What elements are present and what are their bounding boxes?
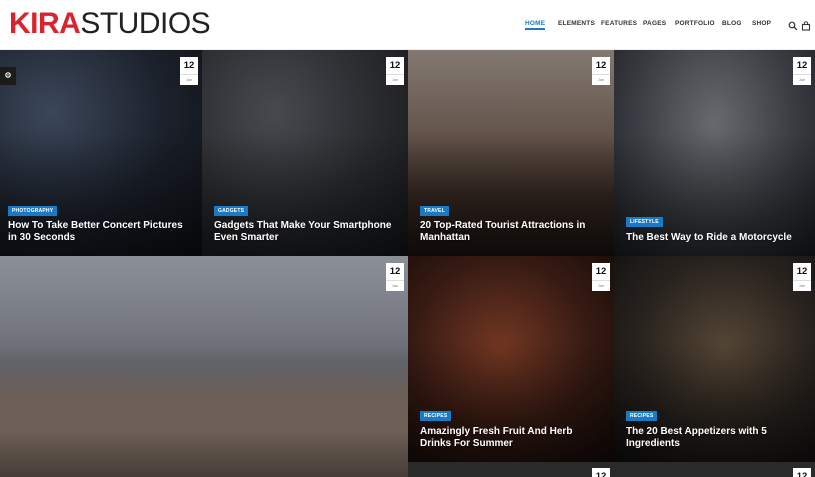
date-day: 12 — [796, 266, 808, 277]
post-title[interactable]: Gadgets That Make Your Smartphone Even S… — [214, 220, 400, 244]
post-title[interactable]: Amazingly Fresh Fruit And Herb Drinks Fo… — [420, 426, 606, 450]
date-day: 12 — [595, 266, 607, 277]
date-badge: 12 Jan — [592, 263, 610, 291]
category-badge[interactable]: GADGETS — [214, 206, 249, 216]
date-badge: 12 Jan — [793, 57, 811, 85]
date-month: Jan — [180, 74, 198, 84]
post-card[interactable]: 12 Jan PHOTOGRAPHY How To Take Better Co… — [0, 50, 202, 256]
date-month: Jan — [793, 280, 811, 290]
gear-icon — [4, 72, 12, 79]
post-card-large[interactable]: 12 Jan — [0, 256, 408, 477]
date-day: 12 — [796, 60, 808, 71]
nav-home[interactable]: HOME — [525, 20, 546, 30]
post-card[interactable]: 12 Jan LIFESTYLE The Best Way to Ride a … — [614, 50, 815, 256]
post-title[interactable]: The 20 Best Appetizers with 5 Ingredient… — [626, 426, 807, 450]
main-nav: HOME ELEMENTS FEATURES PAGES PORTFOLIO B… — [0, 20, 815, 32]
post-card[interactable]: 12 — [408, 462, 614, 477]
category-badge[interactable]: LIFESTYLE — [626, 217, 663, 227]
date-badge: 12 Jan — [180, 57, 198, 85]
date-day: 12 — [389, 266, 401, 277]
date-badge: 12 Jan — [793, 263, 811, 291]
posts-grid: 12 Jan PHOTOGRAPHY How To Take Better Co… — [0, 50, 815, 477]
settings-toggle[interactable] — [0, 67, 16, 85]
date-month: Jan — [386, 280, 404, 290]
date-day: 12 — [183, 60, 195, 71]
category-badge[interactable]: PHOTOGRAPHY — [8, 206, 58, 216]
post-title[interactable]: How To Take Better Concert Pictures in 3… — [8, 220, 194, 244]
category-badge[interactable]: TRAVEL — [420, 206, 449, 216]
site-header: KIRASTUDIOS HOME ELEMENTS FEATURES PAGES… — [0, 0, 815, 50]
post-card[interactable]: 12 — [614, 462, 815, 477]
nav-blog[interactable]: BLOG — [722, 20, 742, 27]
nav-features[interactable]: FEATURES — [601, 20, 637, 27]
category-badge[interactable]: RECIPES — [420, 411, 452, 421]
date-badge: 12 — [793, 468, 811, 477]
date-month: Jan — [386, 74, 404, 84]
date-badge: 12 Jan — [592, 57, 610, 85]
nav-portfolio[interactable]: PORTFOLIO — [675, 20, 715, 27]
search-icon[interactable] — [788, 18, 798, 31]
date-badge: 12 Jan — [386, 57, 404, 85]
date-month: Jan — [793, 74, 811, 84]
date-day: 12 — [389, 60, 401, 71]
post-card[interactable]: 12 Jan RECIPES Amazingly Fresh Fruit And… — [408, 256, 614, 462]
date-month: Jan — [592, 280, 610, 290]
post-title[interactable]: 20 Top-Rated Tourist Attractions in Manh… — [420, 220, 606, 244]
date-day: 12 — [595, 60, 607, 71]
date-badge: 12 — [592, 468, 610, 477]
nav-elements[interactable]: ELEMENTS — [558, 20, 595, 27]
nav-pages[interactable]: PAGES — [643, 20, 666, 27]
post-card[interactable]: 12 Jan RECIPES The 20 Best Appetizers wi… — [614, 256, 815, 462]
date-day: 12 — [796, 471, 808, 477]
cart-icon[interactable] — [801, 18, 811, 31]
post-title[interactable]: The Best Way to Ride a Motorcycle — [626, 232, 807, 244]
post-card[interactable]: 12 Jan GADGETS Gadgets That Make Your Sm… — [202, 50, 408, 256]
category-badge[interactable]: RECIPES — [626, 411, 658, 421]
date-month: Jan — [592, 74, 610, 84]
nav-shop[interactable]: SHOP — [752, 20, 771, 27]
date-badge: 12 Jan — [386, 263, 404, 291]
date-day: 12 — [595, 471, 607, 477]
post-card[interactable]: 12 Jan TRAVEL 20 Top-Rated Tourist Attra… — [408, 50, 614, 256]
image-overlay — [0, 256, 408, 477]
